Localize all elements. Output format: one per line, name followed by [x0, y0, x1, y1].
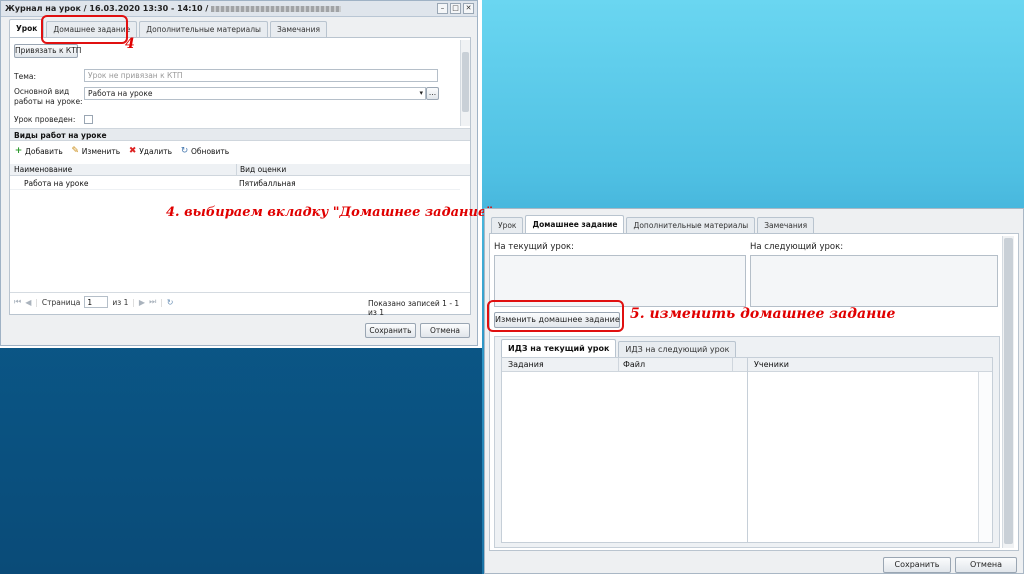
tasks-grid-header: Задания Файл: [502, 358, 747, 372]
tab-extra-materials[interactable]: Дополнительные материалы: [626, 217, 756, 233]
lesson-panel: Привязать к КТП Тема: Урок не привязан к…: [9, 37, 471, 317]
tab-idz-next[interactable]: ИДЗ на следующий урок: [618, 341, 737, 357]
idz-content: Задания Файл Ученики: [501, 357, 993, 543]
grid-split-divider: [747, 358, 748, 542]
save-button[interactable]: Сохранить: [883, 557, 951, 573]
column-menu-divider: [732, 358, 747, 372]
row-grade-type-cell: Пятибалльная: [239, 179, 296, 188]
chevron-down-icon[interactable]: ▾: [419, 88, 423, 99]
column-header-file[interactable]: Файл: [618, 358, 645, 372]
plus-icon: +: [14, 146, 23, 156]
tab-idz-current[interactable]: ИДЗ на текущий урок: [501, 339, 617, 357]
link-ktp-button[interactable]: Привязать к КТП: [14, 44, 81, 58]
row-name-cell: Работа на уроке: [24, 179, 89, 188]
blurred-class-name: [211, 5, 342, 12]
page-number-input[interactable]: [84, 296, 109, 308]
work-types-toolbar: + Добавить ✎ Изменить ✖ Удалить ↻ Обнови…: [14, 146, 230, 157]
prev-page-icon[interactable]: ◀: [25, 298, 31, 307]
edit-button[interactable]: ✎ Изменить: [71, 146, 121, 157]
add-button[interactable]: + Добавить: [14, 146, 63, 157]
tab-extra-materials[interactable]: Дополнительные материалы: [139, 21, 268, 37]
form-scroll-thumb[interactable]: [462, 52, 469, 112]
change-homework-highlight: [487, 300, 624, 332]
cancel-button[interactable]: Отмена: [420, 323, 470, 338]
work-type-value: Работа на уроке: [88, 89, 153, 98]
pencil-icon: ✎: [71, 146, 80, 156]
pager-divider: [10, 292, 470, 293]
table-row[interactable]: Работа на уроке Пятибалльная: [10, 177, 460, 190]
first-page-icon[interactable]: ⏮: [14, 297, 21, 307]
topic-label: Тема:: [14, 72, 36, 81]
maximize-icon[interactable]: □: [450, 3, 461, 14]
work-types-section-title: Виды работ на уроке: [10, 128, 470, 141]
homework-scroll-thumb[interactable]: [1004, 238, 1013, 544]
step5-annotation: 5. изменить домашнее задание: [630, 306, 896, 322]
records-shown-label: Показано записей 1 - 1 из 1: [368, 299, 460, 317]
work-type-more-button[interactable]: ...: [426, 87, 439, 100]
column-header-name[interactable]: Наименование: [14, 164, 72, 176]
individual-homework-panel: ИДЗ на текущий урок ИДЗ на следующий уро…: [494, 336, 1000, 548]
students-scrollbar[interactable]: [978, 372, 992, 542]
save-button[interactable]: Сохранить: [365, 323, 416, 338]
tab-remarks[interactable]: Замечания: [269, 21, 327, 37]
students-grid-header: Ученики: [748, 358, 992, 372]
pager: ⏮ ◀ | Страница из 1 | ▶ ⏭ | ↻: [14, 296, 174, 308]
lesson-journal-window: Журнал на урок / 16.03.2020 13:30 - 14:1…: [0, 0, 478, 346]
add-button-label: Добавить: [25, 147, 63, 156]
column-header-grade-type[interactable]: Вид оценки: [236, 164, 286, 176]
lesson-done-label: Урок проведен:: [14, 115, 76, 124]
tab-lesson[interactable]: Урок: [491, 217, 524, 233]
tab-remarks[interactable]: Замечания: [757, 217, 815, 233]
column-header-students[interactable]: Ученики: [754, 358, 789, 372]
reload-icon[interactable]: ↻: [167, 298, 174, 307]
lesson-done-checkbox[interactable]: [84, 115, 93, 124]
window-controls: – □ ✕: [437, 3, 474, 14]
delete-button[interactable]: ✖ Удалить: [128, 146, 173, 157]
refresh-button[interactable]: ↻ Обновить: [180, 146, 230, 157]
work-type-label-line2: работы на уроке:: [14, 97, 83, 106]
homework-scrollbar[interactable]: [1002, 236, 1014, 548]
tab-homework[interactable]: Домашнее задание: [525, 215, 625, 233]
refresh-icon: ↻: [180, 146, 189, 156]
work-type-label-line1: Основной вид: [14, 87, 70, 96]
individual-homework-tabs: ИДЗ на текущий урок ИДЗ на следующий уро…: [501, 339, 737, 357]
homework-tabs: Урок Домашнее задание Дополнительные мат…: [491, 215, 815, 233]
form-scrollbar[interactable]: [460, 40, 470, 126]
page-label: Страница: [41, 297, 81, 307]
next-page-icon[interactable]: ▶: [139, 298, 145, 307]
refresh-button-label: Обновить: [191, 147, 230, 156]
pager-separator-2: |: [132, 297, 135, 307]
close-icon[interactable]: ✕: [463, 3, 474, 14]
pager-separator-3: |: [160, 297, 163, 307]
step4-number: 4: [125, 36, 135, 52]
edit-button-label: Изменить: [81, 147, 121, 156]
minimize-icon[interactable]: –: [437, 3, 448, 14]
cancel-button[interactable]: Отмена: [955, 557, 1017, 573]
next-homework-text: [750, 255, 998, 307]
work-types-grid-header: Наименование Вид оценки: [10, 164, 470, 176]
delete-x-icon: ✖: [128, 146, 137, 156]
homework-window: Урок Домашнее задание Дополнительные мат…: [484, 208, 1024, 574]
page-count-label: из 1: [112, 297, 129, 307]
step4-annotation: 4. выбираем вкладку "Домашнее задание": [166, 205, 494, 220]
work-type-select[interactable]: Работа на уроке ▾: [84, 87, 426, 100]
topic-field[interactable]: Урок не привязан к КТП: [84, 69, 438, 82]
current-lesson-label: На текущий урок:: [494, 242, 575, 252]
next-lesson-label: На следующий урок:: [750, 242, 844, 252]
pager-separator: |: [35, 297, 38, 307]
delete-button-label: Удалить: [139, 147, 173, 156]
window-title: Журнал на урок / 16.03.2020 13:30 - 14:1…: [5, 4, 209, 13]
homework-panel: На текущий урок: На следующий урок: Изме…: [489, 233, 1019, 551]
homework-tab-highlight: [41, 15, 128, 44]
column-header-tasks[interactable]: Задания: [508, 358, 544, 372]
last-page-icon[interactable]: ⏭: [149, 297, 156, 307]
tab-lesson[interactable]: Урок: [9, 19, 45, 37]
